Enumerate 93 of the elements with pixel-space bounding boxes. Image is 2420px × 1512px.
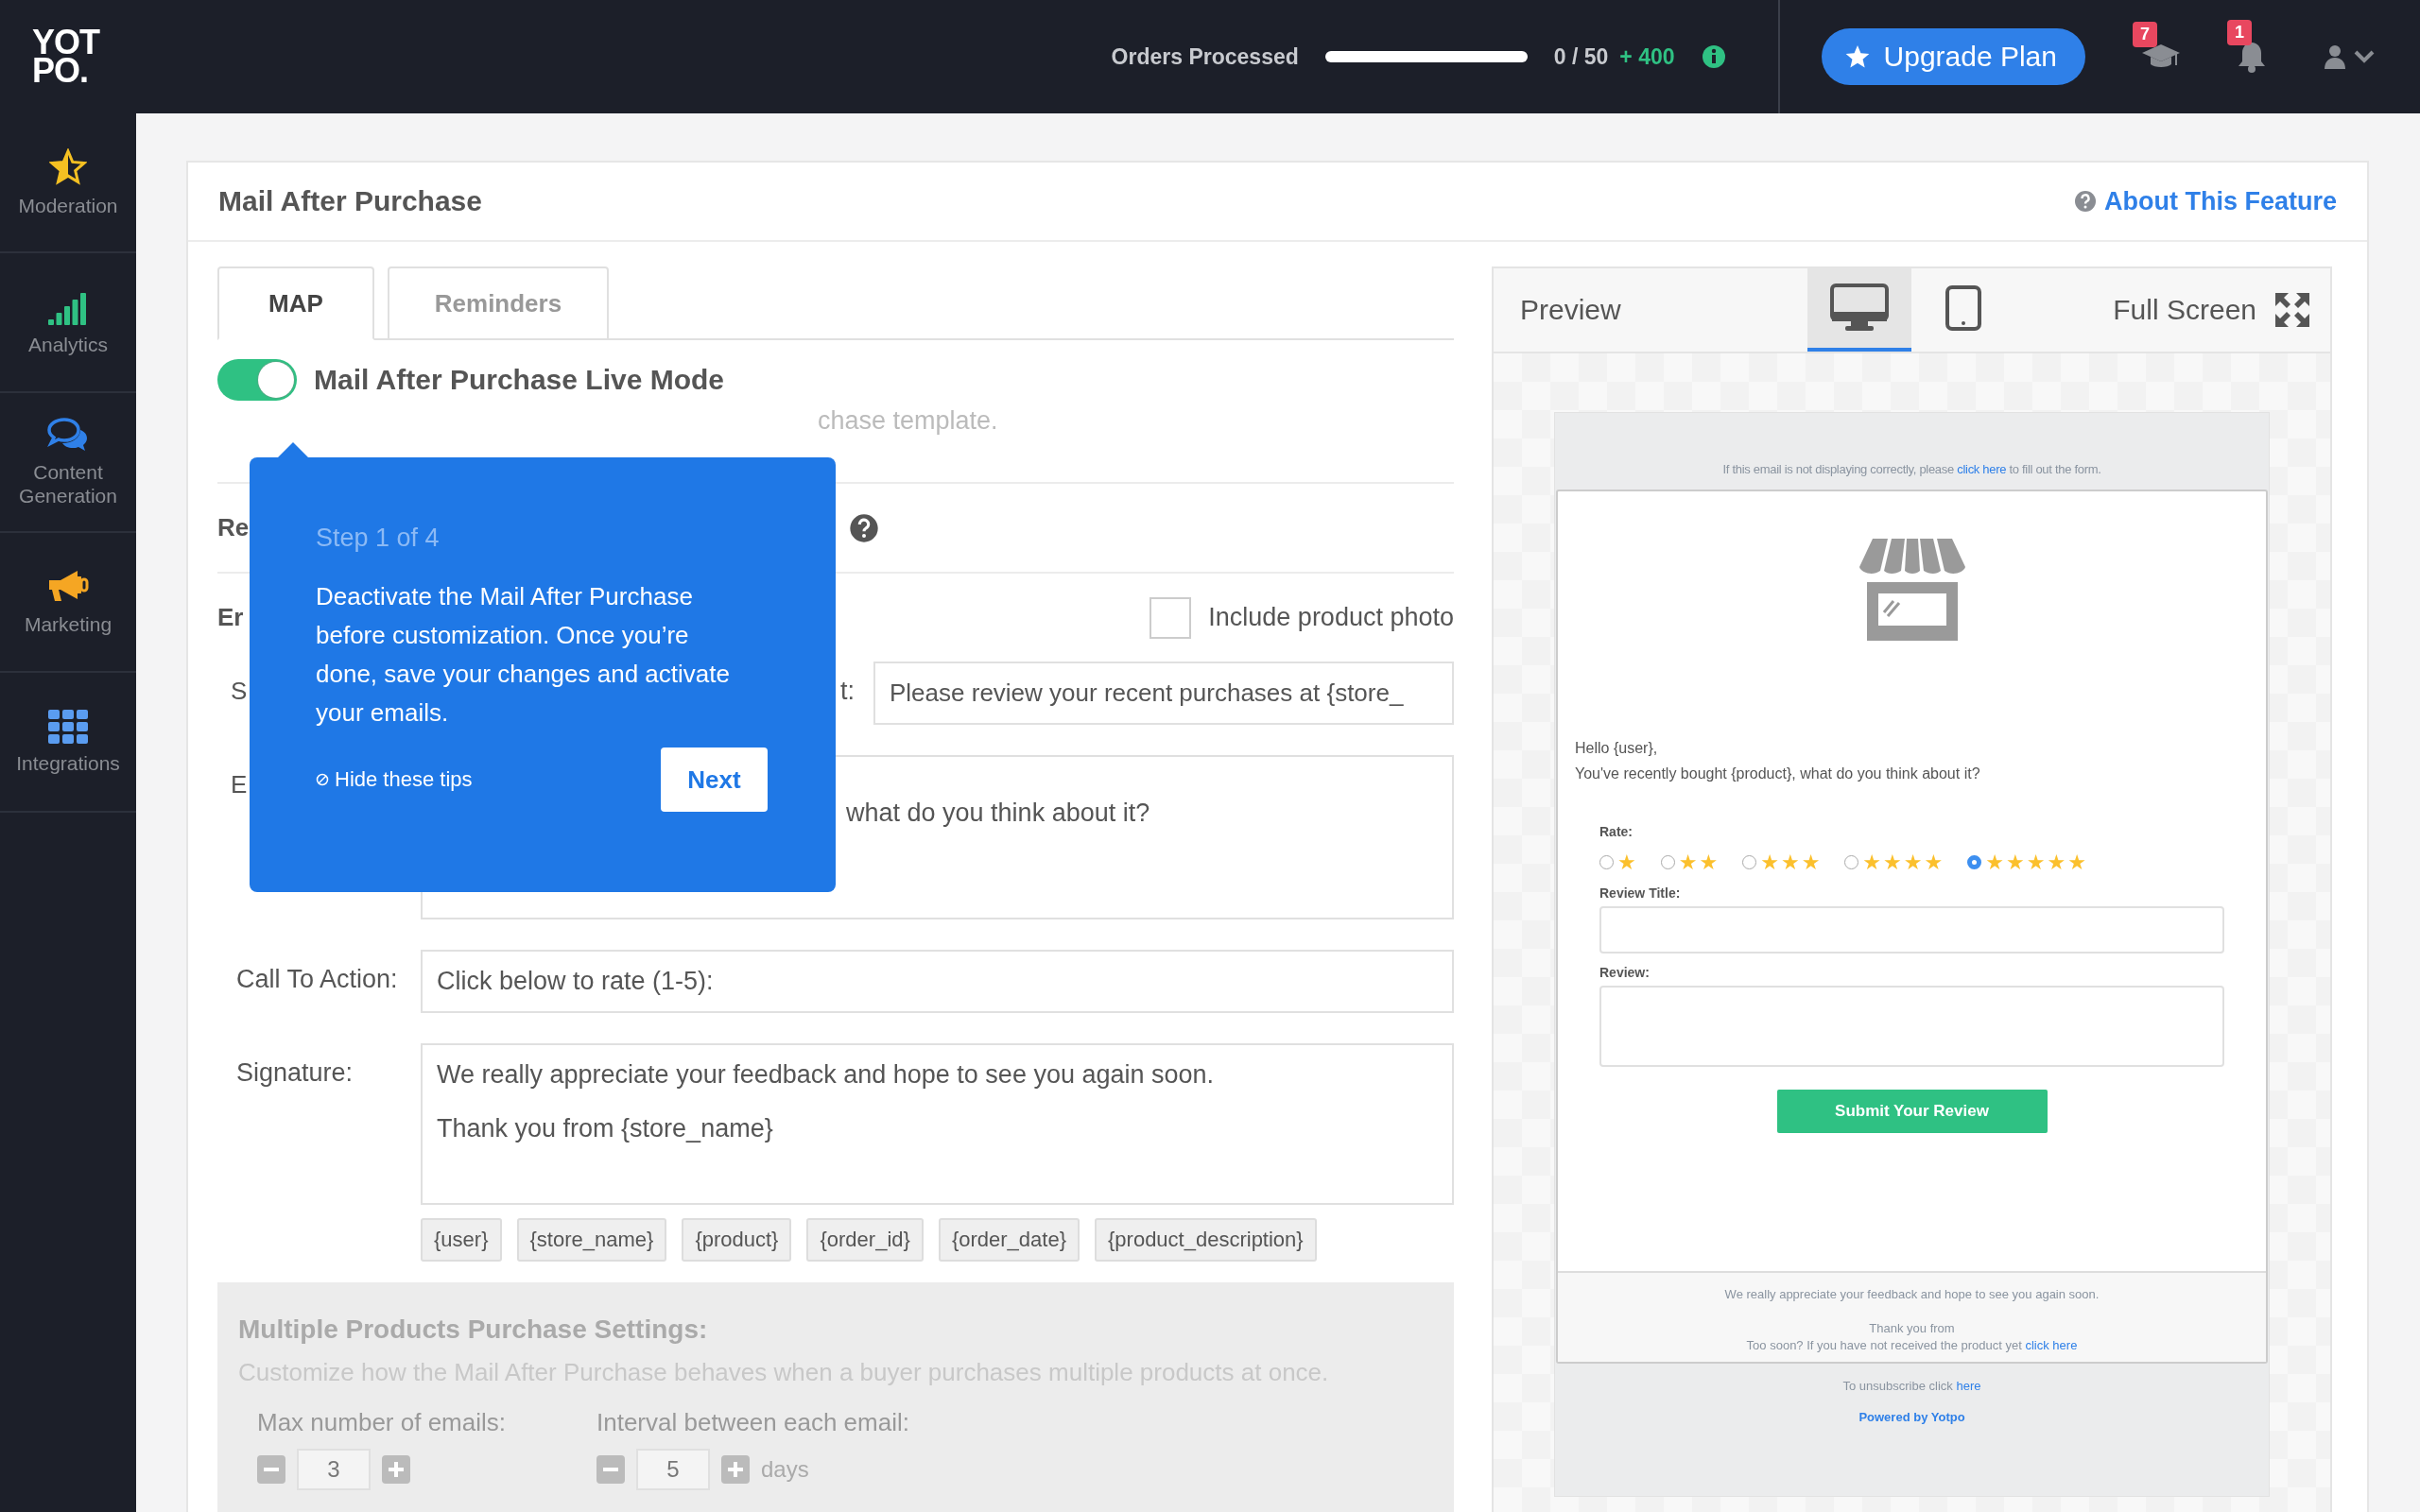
unsubscribe-text: To unsubscribe click here [1841, 1379, 1982, 1393]
placeholder-tag[interactable]: {product} [682, 1218, 792, 1262]
section-label: Re [217, 513, 250, 542]
full-screen-button[interactable]: Full Screen [2107, 290, 2330, 330]
call-to-action-field[interactable]: Click below to rate (1-5): [421, 950, 1454, 1013]
rating-radio[interactable] [1967, 855, 1982, 869]
expand-icon [2273, 291, 2311, 329]
orders-count: 0 / 50 [1553, 43, 1609, 70]
grid-icon [48, 709, 88, 744]
rating-stars: ★★ [1678, 850, 1720, 874]
storefront-icon [1858, 537, 1965, 641]
live-mode-label: Mail After Purchase Live Mode [314, 364, 724, 396]
placeholder-tag[interactable]: {order_date} [938, 1218, 1080, 1262]
review-title-field[interactable] [1599, 906, 2224, 954]
star-icon [1843, 43, 1871, 70]
tab[interactable]: MAP [217, 266, 374, 340]
live-mode-toggle[interactable] [217, 359, 297, 401]
rating-radio[interactable] [1844, 855, 1859, 869]
unit-label: days [761, 1456, 809, 1483]
upgrade-plan-button[interactable]: Upgrade Plan [1821, 28, 2085, 85]
rating-stars: ★★★★★ [1985, 850, 2088, 874]
field-label: t: [840, 676, 856, 706]
signature-text: We really appreciate your feedback and hope to see you again soon. [1723, 1286, 2100, 1303]
chat-bubbles-icon [47, 417, 89, 453]
signature-text: Thank you from [1868, 1320, 1956, 1337]
field-label: Call To Action: [235, 964, 399, 994]
sidebar-item[interactable]: Moderation [18, 193, 118, 217]
greeting-text: Hello {user}, [1575, 739, 1659, 758]
include-photo-label: Include product photo [1208, 603, 1454, 632]
minus-icon [264, 1468, 279, 1471]
review-label: Review: [1599, 965, 1651, 980]
click-here-link[interactable]: click here [1957, 462, 2007, 476]
chevron-down-icon[interactable] [2354, 50, 2375, 63]
tablet-icon [1945, 285, 1981, 331]
device-tab[interactable] [1807, 268, 1911, 352]
section-title: Multiple Products Purchase Settings: [238, 1314, 709, 1345]
rating-radio[interactable] [1660, 855, 1675, 869]
sidebar-item[interactable]: Content Generation [0, 460, 136, 507]
about-feature-link[interactable]: About This Feature [2074, 186, 2337, 216]
field-label: Signature: [235, 1057, 354, 1088]
orders-bonus: + 400 [1619, 43, 1675, 70]
preview-title: Preview [1519, 294, 1622, 326]
monitor-icon [1830, 284, 1889, 333]
live-mode-hint: chase template. [818, 406, 998, 435]
field-label: E [231, 770, 248, 799]
greeting-text: You've recently bought {product}, what do you think about it? [1575, 765, 1981, 783]
rating-stars: ★ [1617, 850, 1638, 874]
placeholder-tag[interactable]: {product_description} [1095, 1218, 1317, 1262]
placeholder-tag[interactable]: {order_id} [806, 1218, 924, 1262]
review-field[interactable] [1599, 986, 2224, 1067]
info-icon[interactable] [1701, 44, 1726, 69]
plus-icon [728, 1462, 743, 1477]
logo[interactable]: PO. [32, 57, 88, 85]
circle-slash-icon [316, 773, 329, 786]
subject-field[interactable]: Please review your recent purchases at {store_ [873, 662, 1454, 725]
display-notice: If this email is not displaying correctly, please click here to fill out the form. [1721, 462, 2102, 476]
rating-stars: ★★★★ [1862, 850, 1945, 874]
minus-icon [603, 1468, 618, 1471]
section-label: Er [217, 603, 244, 632]
help-icon [2074, 190, 2097, 213]
review-title-label: Review Title: [1599, 885, 1682, 901]
rating-radio[interactable] [1742, 855, 1757, 869]
next-button[interactable]: Next [661, 747, 768, 812]
page-title: Mail After Purchase [218, 185, 482, 217]
placeholder-tag[interactable]: {store_name} [516, 1218, 667, 1262]
option-label: Interval between each email: [596, 1408, 909, 1437]
user-icon[interactable] [2324, 44, 2346, 69]
rating-stars: ★★★ [1760, 850, 1823, 874]
placeholder-tag[interactable]: {user} [421, 1218, 502, 1262]
logo[interactable]: YOT [32, 28, 99, 57]
notification-badge: 7 [2133, 22, 2157, 47]
signature-field[interactable]: We really appreciate your feedback and hope to see you again soon. Thank you from {store_name} [421, 1043, 1454, 1205]
field-label: S [231, 677, 248, 705]
notification-badge: 1 [2227, 20, 2252, 45]
step-counter: Step 1 of 4 [316, 524, 441, 553]
sidebar-item[interactable]: Marketing [24, 611, 112, 636]
star-icon [49, 147, 87, 186]
sidebar-item[interactable]: Analytics [28, 332, 108, 356]
plus-icon [389, 1462, 404, 1477]
unsubscribe-link[interactable]: here [1956, 1379, 1981, 1393]
sidebar-item[interactable]: Integrations [16, 750, 120, 775]
tab[interactable]: Reminders [387, 266, 610, 340]
rating-radio[interactable] [1599, 855, 1614, 869]
powered-by-link[interactable]: Powered by Yotpo [1555, 1410, 2269, 1424]
rate-label: Rate: [1599, 824, 1634, 839]
help-icon[interactable] [849, 512, 880, 543]
orders-label: Orders Processed [1111, 43, 1299, 70]
click-here-link[interactable]: click here [2025, 1338, 2078, 1352]
option-label: Max number of emails: [257, 1408, 506, 1437]
bell-icon[interactable] [2237, 41, 2267, 73]
too-soon-text: Too soon? If you have not received the product yet click here [1745, 1337, 2079, 1354]
include-photo-checkbox[interactable] [1150, 596, 1192, 639]
tip-text: Deactivate the Mail After Purchase before customization. Once you’re done, save your changes and activate your emails. [316, 581, 731, 729]
